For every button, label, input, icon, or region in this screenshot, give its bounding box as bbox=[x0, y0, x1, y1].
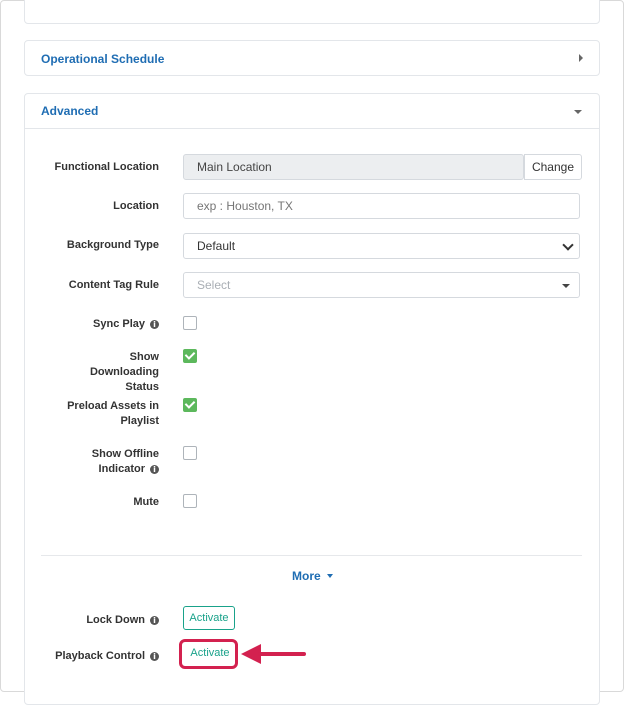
chevron-down-icon bbox=[562, 239, 574, 251]
collapsed-panel-top bbox=[24, 0, 600, 24]
info-icon[interactable]: i bbox=[150, 652, 159, 661]
caret-right-icon[interactable] bbox=[579, 54, 583, 62]
playback-control-label-text: Playback Control bbox=[55, 650, 145, 662]
operational-schedule-title[interactable]: Operational Schedule bbox=[41, 52, 164, 66]
show-downloading-status-label: Show Downloading Status bbox=[89, 351, 159, 393]
panel-header-divider bbox=[25, 128, 599, 129]
caret-down-icon bbox=[326, 574, 333, 578]
more-toggle[interactable]: More bbox=[292, 569, 333, 583]
mute-checkbox[interactable] bbox=[183, 494, 197, 508]
content-tag-rule-label: Content Tag Rule bbox=[68, 279, 159, 291]
lock-down-activate-button[interactable]: Activate bbox=[183, 606, 235, 630]
preload-assets-checkbox[interactable] bbox=[183, 398, 197, 412]
sync-play-checkbox[interactable] bbox=[183, 316, 197, 330]
caret-down-icon[interactable] bbox=[574, 110, 582, 114]
caret-down-icon bbox=[562, 284, 570, 288]
sync-play-label-text: Sync Play bbox=[93, 318, 145, 330]
show-offline-indicator-label-text: Show Offline Indicator bbox=[91, 448, 159, 475]
content-tag-rule-select[interactable]: Select bbox=[183, 272, 580, 298]
location-label: Location bbox=[113, 200, 159, 212]
background-type-value: Default bbox=[197, 239, 236, 253]
background-type-select[interactable]: Default bbox=[183, 233, 580, 259]
show-offline-indicator-label: Show Offline Indicator i bbox=[69, 447, 159, 477]
lock-down-label-text: Lock Down bbox=[86, 614, 145, 626]
location-input[interactable] bbox=[183, 193, 580, 219]
playback-control-label: Playback Control i bbox=[19, 649, 159, 664]
functional-location-field: Main Location bbox=[183, 154, 524, 180]
arrow-line bbox=[258, 652, 306, 656]
functional-location-label: Functional Location bbox=[54, 161, 160, 173]
info-icon[interactable]: i bbox=[150, 616, 159, 625]
preload-assets-label: Preload Assets in Playlist bbox=[67, 400, 159, 427]
sync-play-label: Sync Play i bbox=[19, 317, 159, 332]
advanced-title[interactable]: Advanced bbox=[41, 104, 98, 118]
lock-down-label: Lock Down i bbox=[19, 613, 159, 628]
highlight-box bbox=[179, 639, 238, 669]
operational-schedule-panel[interactable]: Operational Schedule bbox=[24, 40, 600, 76]
show-downloading-status-checkbox[interactable] bbox=[183, 349, 197, 363]
section-divider bbox=[41, 555, 582, 556]
content-tag-rule-placeholder: Select bbox=[197, 278, 231, 292]
more-label: More bbox=[292, 569, 321, 583]
change-location-button[interactable]: Change bbox=[524, 154, 582, 180]
info-icon[interactable]: i bbox=[150, 320, 159, 329]
info-icon[interactable]: i bbox=[150, 465, 159, 474]
show-offline-indicator-checkbox[interactable] bbox=[183, 446, 197, 460]
mute-label: Mute bbox=[133, 496, 159, 508]
background-type-label: Background Type bbox=[66, 239, 159, 251]
